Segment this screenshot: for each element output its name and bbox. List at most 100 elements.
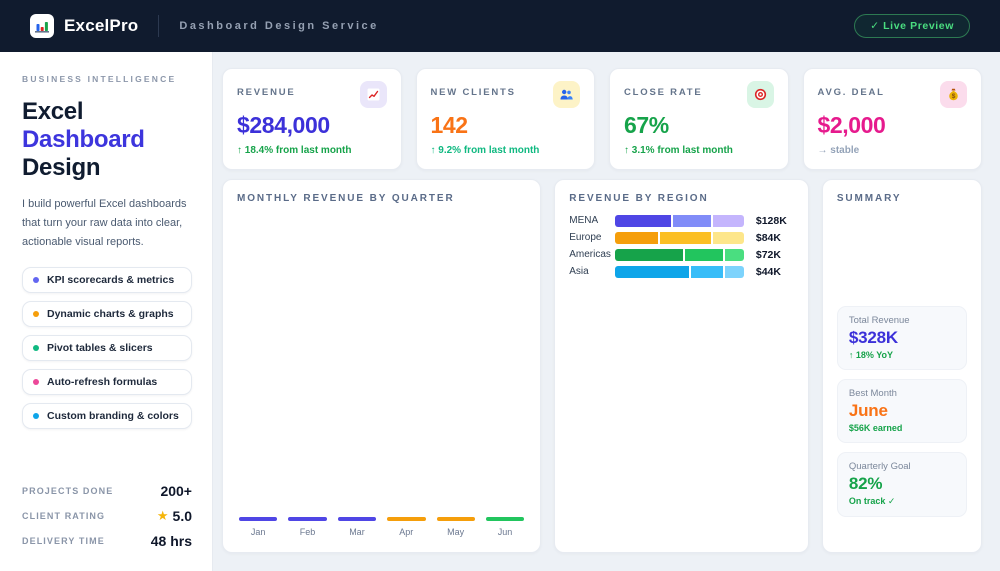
region-value: $84K bbox=[755, 231, 781, 244]
monthly-revenue-panel: MONTHLY REVENUE BY QUARTER Jan Feb Mar A… bbox=[222, 179, 542, 553]
feature-item-kpi-scorecards: KPI scorecards & metrics bbox=[22, 267, 192, 294]
bar bbox=[485, 517, 525, 521]
sidebar-kicker: BUSINESS INTELLIGENCE bbox=[22, 74, 177, 84]
chart-line-icon bbox=[359, 81, 387, 108]
region-value: $128K bbox=[755, 214, 787, 227]
bar-segment bbox=[684, 248, 724, 261]
topbar-subtitle: Dashboard Design Service bbox=[179, 20, 379, 32]
stat-delivery-time: DELIVERY TIME 48 hrs bbox=[22, 533, 192, 549]
kpi-label: CLOSE RATE bbox=[624, 87, 703, 98]
summary-sub: On track ✓ bbox=[848, 496, 896, 506]
feature-label: Dynamic charts & graphs bbox=[47, 308, 174, 321]
bar-segment bbox=[615, 248, 683, 261]
region-value: $44K bbox=[755, 265, 781, 278]
x-tick-label: Jan bbox=[250, 527, 266, 537]
bar bbox=[387, 517, 426, 521]
stacked-bar bbox=[615, 214, 744, 227]
feature-item-dynamic-charts: Dynamic charts & graphs bbox=[22, 301, 192, 328]
kpi-trend: ↑ 18.4% from last month bbox=[237, 145, 352, 156]
kpi-card-avg-deal: AVG. DEAL $ $2,000 → stable bbox=[802, 68, 982, 170]
x-tick-label: May bbox=[447, 527, 465, 537]
kpi-card-revenue: REVENUE $284,000 ↑ 18.4% from last month bbox=[222, 68, 402, 170]
feature-label: Pivot tables & slicers bbox=[47, 342, 153, 355]
kpi-trend: ↑ 9.2% from last month bbox=[430, 145, 540, 156]
page-title: Excel Dashboard Design bbox=[22, 98, 192, 182]
bar-segment bbox=[725, 248, 744, 261]
kpi-trend: ↑ 3.1% from last month bbox=[624, 145, 733, 156]
region-label: Asia bbox=[569, 266, 589, 277]
feature-label: Auto-refresh formulas bbox=[47, 376, 158, 389]
bar-column-apr: Apr bbox=[387, 517, 426, 537]
stat-value: ★ 5.0 bbox=[157, 508, 192, 524]
region-row-europe: Europe $84K bbox=[569, 231, 794, 244]
x-tick-label: Jun bbox=[497, 527, 513, 537]
brand-name: ExcelPro bbox=[64, 16, 139, 35]
bar-segment bbox=[712, 231, 744, 244]
kpi-value: 142 bbox=[430, 112, 469, 138]
bar bbox=[239, 517, 278, 521]
feature-list: KPI scorecards & metrics Dynamic charts … bbox=[22, 267, 192, 430]
bar bbox=[436, 517, 475, 521]
stat-label: CLIENT RATING bbox=[22, 511, 106, 521]
stat-label: DELIVERY TIME bbox=[22, 536, 105, 546]
live-preview-badge[interactable]: ✓ Live Preview bbox=[854, 14, 970, 38]
bar-column-may: May bbox=[436, 517, 475, 537]
kpi-value: $284,000 bbox=[237, 112, 330, 138]
star-icon: ★ bbox=[156, 508, 169, 523]
region-label: Europe bbox=[569, 232, 602, 243]
feature-label: KPI scorecards & metrics bbox=[47, 274, 175, 287]
kpi-card-close-rate: CLOSE RATE 67% ↑ 3.1% from last month bbox=[609, 68, 789, 170]
bar-column-feb: Feb bbox=[288, 517, 327, 537]
bar-segment bbox=[615, 265, 689, 278]
summary-label: Best Month bbox=[848, 388, 897, 399]
summary-value: 82% bbox=[848, 474, 883, 493]
kpi-label: REVENUE bbox=[237, 87, 296, 98]
region-label: MENA bbox=[569, 215, 599, 226]
summary-label: Quarterly Goal bbox=[848, 461, 911, 472]
bullet-dot-icon bbox=[33, 311, 39, 318]
feature-item-pivot-tables: Pivot tables & slicers bbox=[22, 335, 192, 362]
bullet-dot-icon bbox=[33, 345, 39, 352]
app: ExcelPro Dashboard Design Service ✓ Live… bbox=[0, 0, 1000, 571]
title-line-3: Design bbox=[22, 154, 101, 182]
summary-box-best-month: Best Month June $56K earned bbox=[836, 379, 967, 443]
kpi-label: AVG. DEAL bbox=[817, 87, 885, 98]
target-icon bbox=[746, 81, 774, 108]
title-line-2: Dashboard bbox=[22, 126, 145, 154]
summary-box-quarterly-goal: Quarterly Goal 82% On track ✓ bbox=[836, 452, 967, 517]
topbar-divider bbox=[158, 15, 160, 37]
bar bbox=[337, 517, 377, 521]
panel-title: SUMMARY bbox=[836, 193, 902, 204]
stacked-bar bbox=[615, 265, 744, 278]
kpi-label: NEW CLIENTS bbox=[430, 87, 516, 98]
bar-segment bbox=[712, 214, 744, 227]
svg-text:$: $ bbox=[952, 93, 956, 100]
bar-segment bbox=[615, 214, 672, 227]
stat-value: 200+ bbox=[160, 483, 192, 499]
bar-segment bbox=[725, 265, 744, 278]
charts-row: MONTHLY REVENUE BY QUARTER Jan Feb Mar A… bbox=[222, 179, 982, 553]
feature-item-custom-branding: Custom branding & colors bbox=[22, 403, 192, 430]
bullet-dot-icon bbox=[33, 379, 39, 386]
bar-column-jun: Jun bbox=[485, 517, 525, 537]
x-tick-label: Feb bbox=[299, 527, 316, 537]
summary-value: June bbox=[848, 401, 888, 420]
revenue-by-region-panel: REVENUE BY REGION MENA $128K Europe $84K… bbox=[554, 179, 809, 553]
region-label: Americas bbox=[569, 249, 611, 260]
panel-title: REVENUE BY REGION bbox=[569, 193, 709, 204]
region-row-asia: Asia $44K bbox=[569, 265, 794, 278]
bar-column-mar: Mar bbox=[337, 517, 377, 537]
bar-segment bbox=[673, 214, 711, 227]
kpi-card-new-clients: NEW CLIENTS 142 ↑ 9.2% from last month bbox=[415, 68, 595, 170]
stat-client-rating: CLIENT RATING ★ 5.0 bbox=[22, 508, 192, 524]
title-line-1: Excel bbox=[22, 98, 84, 125]
bar-segment bbox=[615, 231, 658, 244]
service-description: I build powerful Excel dashboards that t… bbox=[22, 198, 187, 248]
bullet-dot-icon bbox=[33, 413, 39, 420]
bullet-dot-icon bbox=[33, 277, 39, 284]
bar-column-jan: Jan bbox=[239, 517, 278, 537]
bar-chart-logo-icon bbox=[30, 14, 54, 38]
kpi-value: $2,000 bbox=[817, 112, 886, 138]
bar bbox=[288, 517, 327, 521]
kpi-trend: → stable bbox=[817, 145, 860, 156]
